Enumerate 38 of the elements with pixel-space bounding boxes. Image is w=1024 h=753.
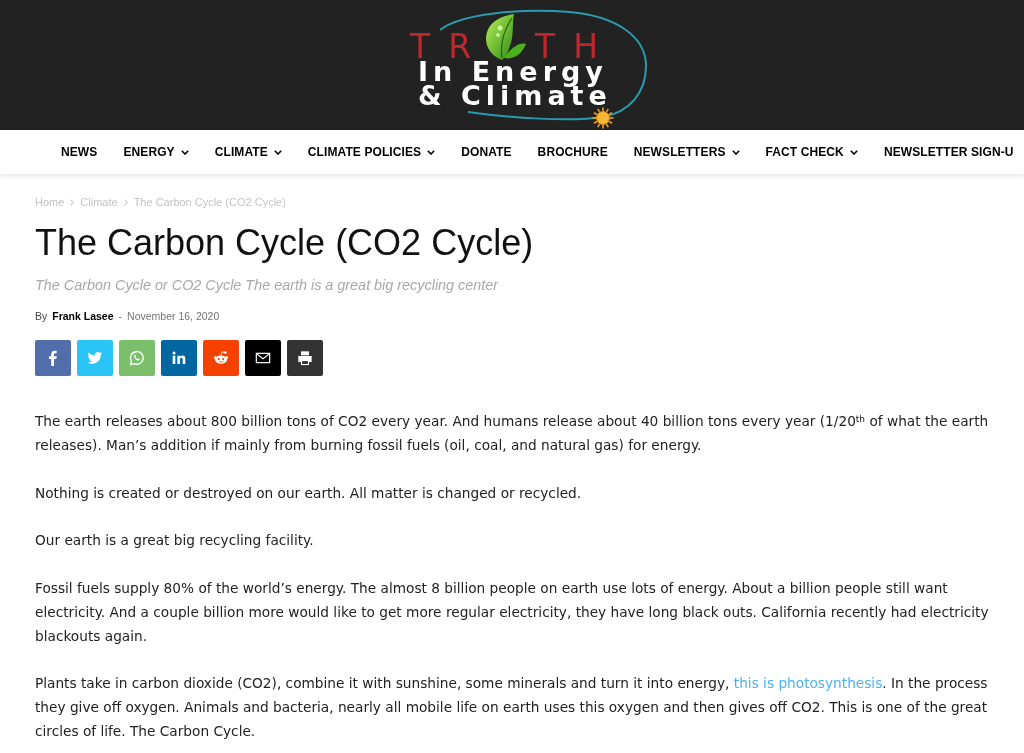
menu-link[interactable]: NEWSLETTERS — [633, 143, 740, 161]
logo-text: TR — [410, 34, 490, 60]
envelope-icon — [255, 350, 271, 366]
menu-link[interactable]: CLIMATE POLICIES — [307, 143, 436, 161]
body-paragraph: Our earth is a great big recycling facility. — [35, 531, 315, 550]
logo-text: & Climate — [418, 84, 612, 108]
printer-icon — [297, 350, 313, 366]
menu-link[interactable]: NEWSLETTER SIGN-U — [883, 143, 1014, 161]
chat-phone-icon — [129, 350, 145, 366]
chevron-right-icon — [123, 198, 128, 206]
byline-separator: - — [118, 309, 123, 324]
menu-link[interactable]: CLIMATE — [214, 143, 282, 161]
body-paragraph: The earth releases about 800 billion tons of CO2 every year. And humans release about 40 billion tons every year (1/20$^{th}$ of what the earth releases). Man’s addition if mainly from burning fossil fuels (oil, coal, and natural gas) for energy. — [35, 412, 990, 455]
article-title: The Carbon Cycle (CO2 Cycle) — [35, 222, 535, 264]
sun-icon — [592, 107, 614, 129]
post-date: November 16, 2020 — [127, 309, 220, 324]
body-paragraph: Nothing is created or destroyed on our earth. All matter is changed or recycled. — [35, 483, 583, 503]
email-button[interactable] — [245, 340, 281, 376]
facebook-button[interactable] — [35, 340, 71, 376]
print-button[interactable] — [287, 340, 323, 376]
chevron-right-icon — [70, 198, 75, 206]
menu-link[interactable]: NEWS — [61, 143, 98, 161]
menu-link[interactable]: DONATE — [461, 143, 512, 161]
bird-icon — [87, 350, 103, 366]
linkedin-button[interactable] — [161, 340, 197, 376]
menu-link[interactable]: ENERGY — [123, 143, 189, 161]
body-paragraph: Fossil fuels supply 80% of the world’s energy. The almost 8 billion people on earth use lots of energy. About a billion people still want electricity. And a couple billion more would like to get more regular electricity, they have long black outs. California recently had electricity blackouts again. — [35, 578, 990, 646]
menu-link[interactable]: BROCHURE — [537, 143, 608, 161]
alien-head-icon — [213, 350, 229, 366]
byline-prefix: By — [35, 309, 48, 324]
author-link[interactable]: Frank Lasee — [52, 308, 114, 324]
logo-text: TH — [535, 34, 617, 60]
reddit-button[interactable] — [203, 340, 239, 376]
breadcrumb-current: The Carbon Cycle (CO2 Cycle) — [133, 195, 286, 210]
body-paragraph: Plants take in carbon dioxide (CO2), combine it with sunshine, some minerals and turn it into energy, this is photosynthesis. In the process they give off oxygen. Animals and bacteria, nearly all mobile life on earth uses this oxygen and then gives off CO2. This is one of the great circles of life. The Carbon Cycle. — [35, 674, 989, 741]
menu-link[interactable]: FACT CHECK — [765, 143, 858, 161]
article-subtitle: The Carbon Cycle or CO2 Cycle The earth is a great big recycling center — [35, 276, 500, 295]
in-logo-icon — [171, 350, 187, 366]
